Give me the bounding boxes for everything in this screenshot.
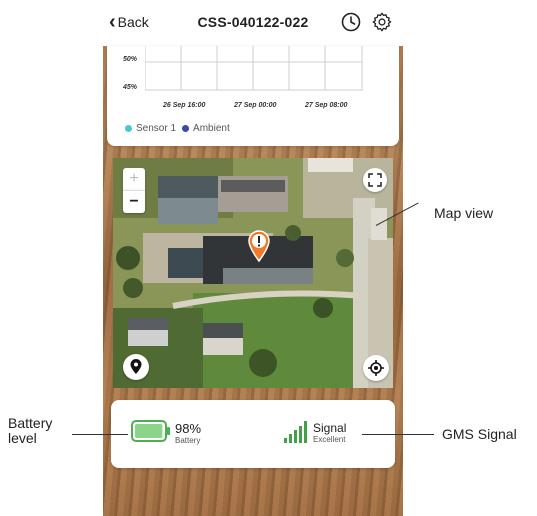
- expand-icon[interactable]: [363, 168, 387, 192]
- chevron-left-icon: ‹: [109, 11, 116, 33]
- location-pin-icon[interactable]: [123, 354, 149, 380]
- battery-icon: [131, 420, 171, 442]
- legend-item-ambient[interactable]: Ambient: [182, 123, 230, 134]
- satellite-map: [113, 158, 393, 388]
- y-tick-label: 50%: [123, 56, 138, 63]
- battery-level-callout: Battery level: [8, 415, 53, 446]
- x-tick-label: 27 Sep 00:00: [234, 102, 277, 109]
- zoom-out-label: −: [129, 193, 139, 210]
- legend-label: Ambient: [193, 123, 230, 134]
- battery-status: 98% Battery: [175, 421, 201, 445]
- page-title: CSS-040122-022: [197, 14, 309, 30]
- x-tick-label: 27 Sep 08:00: [305, 102, 348, 109]
- gear-icon[interactable]: [371, 11, 393, 33]
- locate-icon[interactable]: [363, 355, 389, 381]
- map-view-callout: Map view: [434, 205, 494, 221]
- legend-dot: [182, 125, 190, 132]
- zoom-in-label: +: [129, 170, 139, 187]
- signal-label: Excellent: [313, 435, 346, 444]
- back-label: Back: [117, 14, 149, 30]
- gms-signal-leader: [362, 434, 434, 435]
- chart-legend: Sensor 1 Ambient: [125, 123, 236, 134]
- battery-value: 98%: [175, 421, 202, 436]
- legend-item-sensor-1[interactable]: Sensor 1: [125, 123, 176, 134]
- y-tick-label: 45%: [123, 84, 138, 91]
- zoom-in-button[interactable]: +: [123, 168, 145, 190]
- map-view[interactable]: + −: [113, 158, 393, 388]
- gms-signal-callout: GMS Signal: [442, 426, 517, 442]
- battery-label: Battery: [175, 436, 201, 445]
- signal-status: Signal Excellent: [313, 421, 346, 444]
- signal-value: Signal: [313, 421, 347, 435]
- x-tick-label: 26 Sep 16:00: [163, 102, 206, 109]
- chart-card: 50% 45% 26 Sep 16:00 27 Sep 00:00 27 Sep…: [107, 46, 399, 146]
- top-bar: ‹ Back CSS-040122-022: [103, 0, 403, 46]
- alert-marker-icon[interactable]: [247, 230, 271, 263]
- history-icon[interactable]: [340, 11, 362, 33]
- legend-label: Sensor 1: [136, 123, 177, 134]
- zoom-out-button[interactable]: −: [123, 190, 145, 213]
- battery-leader: [72, 434, 128, 435]
- status-card: 98% Battery Signal Excellent: [111, 400, 395, 468]
- phone-screen: ‹ Back CSS-040122-022 50% 45% 26 Sep 16:…: [103, 0, 403, 516]
- signal-bars-icon: [283, 418, 309, 444]
- legend-dot: [125, 125, 132, 132]
- chart-plot-area: [145, 46, 363, 91]
- back-button[interactable]: ‹ Back: [109, 12, 149, 32]
